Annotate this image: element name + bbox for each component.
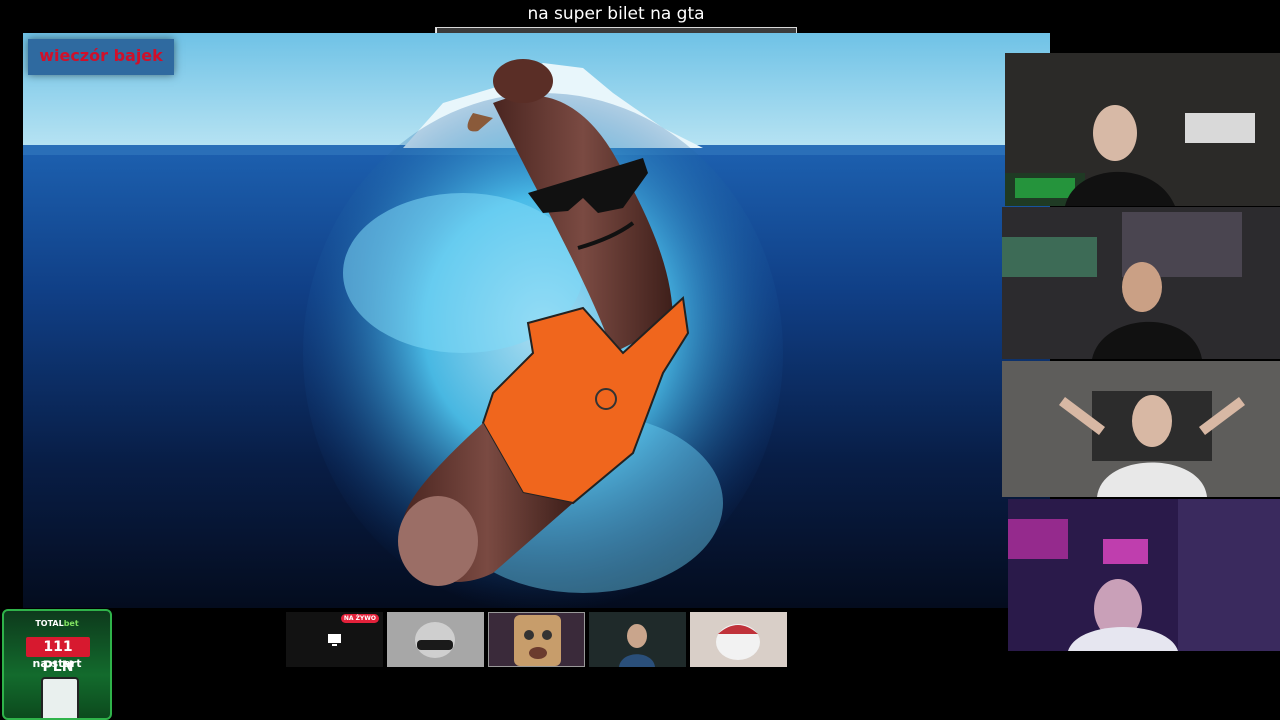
screen-share-tile[interactable]: NA ŻYWO (286, 612, 383, 667)
webcam-2 (1002, 207, 1280, 359)
cake-thumbnail-tile[interactable] (690, 612, 787, 667)
phone-icon (41, 677, 79, 718)
streamer-thumbnail-tile[interactable] (589, 612, 686, 667)
car-thumbnail-tile[interactable] (387, 612, 484, 667)
ad-brand: TOTALbet (35, 619, 79, 628)
face-image (489, 613, 584, 666)
goal-title: na super bilet na gta (527, 4, 705, 24)
ad-subtitle: na start (32, 657, 82, 670)
totalbet-ad[interactable]: TOTALbet 111 PLN na start (2, 609, 112, 720)
monitor-icon (328, 634, 341, 646)
webcam-3-feed (1002, 361, 1280, 497)
webcam-2-feed (1002, 207, 1280, 359)
webcam-4 (1008, 499, 1280, 651)
main-video-scene: wieczór bajek (23, 33, 1050, 608)
car-image (387, 612, 484, 667)
webcam-1 (1005, 53, 1280, 206)
ad-bonus-amount: 111 PLN (26, 637, 90, 675)
face-thumbnail-tile[interactable] (488, 612, 585, 667)
webcam-3 (1002, 361, 1280, 497)
person-image (589, 612, 686, 667)
cake-image (690, 612, 787, 667)
webcam-4-feed (1008, 499, 1280, 651)
stream-title-label: wieczór bajek (28, 39, 174, 75)
iceberg-sausage-illustration (23, 33, 1050, 608)
webcam-1-feed (1005, 53, 1280, 206)
